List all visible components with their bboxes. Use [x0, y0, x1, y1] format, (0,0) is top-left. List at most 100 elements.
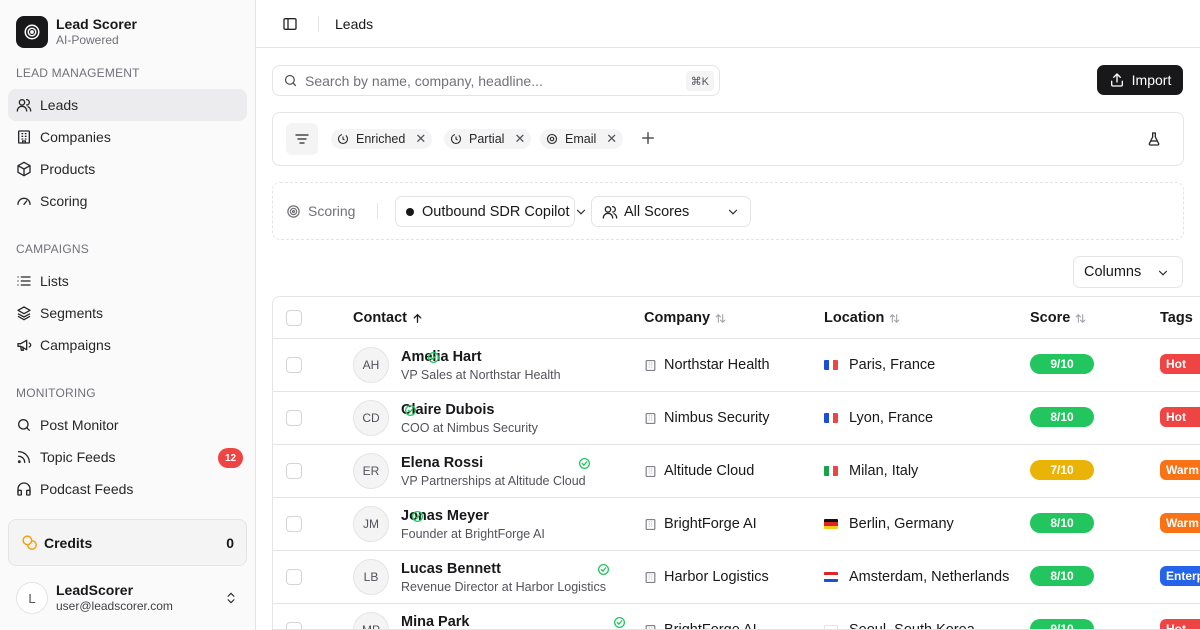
company-cell[interactable]: BrightForge AI [644, 622, 757, 630]
chevrons-up-down-icon [227, 592, 235, 604]
target-icon [287, 204, 300, 218]
column-header-label: Company [644, 310, 711, 326]
table-row[interactable]: MP Mina Park BrightForge AI Seoul, South Ko… [273, 604, 1200, 630]
column-header-score[interactable]: Score [1030, 310, 1087, 326]
brand[interactable]: Lead Scorer AI-Powered [16, 16, 137, 48]
filter-chip-email[interactable]: Email ✕ [540, 129, 624, 149]
row-checkbox[interactable] [286, 357, 302, 373]
flag-de-icon [824, 519, 838, 529]
table-row[interactable]: AH Amelia Hart VP Sales at Northstar Healt… [273, 339, 1200, 392]
table-row[interactable]: LB Lucas Bennett Revenue Director at Harbo… [273, 551, 1200, 604]
verified-check-icon [578, 457, 591, 470]
scoring-model-select[interactable]: Outbound SDR Copilot [395, 196, 586, 227]
contact-headline: VP Sales at Northstar Health [401, 368, 561, 382]
table-row[interactable]: ER Elena Rossi VP Partnerships at Altitude… [273, 445, 1200, 498]
location-cell: Amsterdam, Netherlands [824, 569, 1009, 585]
column-header-contact[interactable]: Contact [353, 310, 424, 326]
column-header-label: Score [1030, 310, 1071, 326]
flask-icon[interactable] [1146, 131, 1162, 147]
leads-table: Contact Company Location Score Tags AH Am… [272, 296, 1200, 630]
contact-name[interactable]: Mina Park [401, 614, 470, 629]
sidebar-item-topic-feeds[interactable]: Topic Feeds 12 [8, 441, 247, 473]
sidebar-item-label: Segments [40, 305, 104, 321]
arrow-up-icon [413, 313, 422, 323]
sidebar-item-campaigns[interactable]: Campaigns [8, 329, 247, 361]
row-checkbox[interactable] [286, 463, 302, 479]
search-input[interactable] [305, 72, 665, 89]
status-dot [406, 207, 414, 216]
unread-badge: 12 [218, 448, 243, 468]
company-cell[interactable]: BrightForge AI [644, 516, 757, 532]
contact-name[interactable]: Lucas Bennett [401, 561, 501, 577]
verified-check-icon [404, 404, 417, 417]
tag-badge[interactable]: Hot [1160, 619, 1200, 629]
filter-button[interactable] [286, 123, 318, 155]
tag-badge[interactable]: Hot [1160, 354, 1200, 374]
row-checkbox[interactable] [286, 410, 302, 426]
clock-icon [337, 133, 349, 145]
company-cell[interactable]: Harbor Logistics [644, 569, 769, 585]
remove-filter-icon[interactable]: ✕ [606, 131, 617, 147]
location-text: Milan, Italy [849, 463, 919, 479]
company-name: BrightForge AI [664, 622, 757, 630]
columns-label: Columns [1084, 264, 1142, 280]
row-checkbox[interactable] [286, 569, 302, 585]
tag-badge[interactable]: Hot [1160, 407, 1200, 427]
select-all-checkbox[interactable] [286, 310, 302, 326]
coins-icon [22, 535, 37, 550]
shortcut-hint: ⌘K [685, 71, 714, 91]
verified-check-icon [411, 510, 424, 523]
sidebar-item-scoring[interactable]: Scoring [8, 185, 247, 217]
contact-name[interactable]: Elena Rossi [401, 455, 483, 471]
column-header-tags[interactable]: Tags [1160, 310, 1193, 326]
sidebar-item-label: Leads [40, 97, 79, 113]
sidebar-item-products[interactable]: Products [8, 153, 247, 185]
score-filter-select[interactable]: All Scores [591, 196, 751, 227]
company-name: Northstar Health [664, 357, 770, 373]
score-badge: 8/10 [1030, 513, 1094, 533]
credits-label: Credits [44, 534, 93, 551]
column-header-company[interactable]: Company [644, 310, 727, 326]
company-cell[interactable]: Nimbus Security [644, 410, 770, 426]
remove-filter-icon[interactable]: ✕ [514, 131, 525, 147]
add-filter-icon[interactable] [639, 129, 657, 147]
filter-chip-enriched[interactable]: Enriched ✕ [331, 129, 433, 149]
sidebar-item-leads[interactable]: Leads [8, 89, 247, 121]
user-email: user@leadscorer.com [56, 599, 173, 613]
table-row[interactable]: JM Jonas Meyer Founder at BrightForge AI Br… [273, 498, 1200, 551]
columns-button[interactable]: Columns [1073, 256, 1183, 288]
headphones-icon [17, 482, 31, 496]
row-checkbox[interactable] [286, 516, 302, 532]
tag-badge[interactable]: Warm [1160, 460, 1200, 480]
contact-name[interactable]: Amelia Hart [401, 349, 482, 365]
building-icon [645, 465, 656, 477]
company-cell[interactable]: Altitude Cloud [644, 463, 754, 479]
user-menu[interactable]: L LeadScorer user@leadscorer.com [16, 582, 246, 614]
sidebar-item-companies[interactable]: Companies [8, 121, 247, 153]
sidebar-item-segments[interactable]: Segments [8, 297, 247, 329]
target-icon [16, 16, 48, 48]
breadcrumb[interactable]: Leads [335, 16, 373, 32]
row-checkbox[interactable] [286, 622, 302, 629]
sidebar-item-post-monitor[interactable]: Post Monitor [8, 409, 247, 441]
filter-chip-partial[interactable]: Partial ✕ [444, 129, 532, 149]
company-cell[interactable]: Northstar Health [644, 357, 770, 373]
sidebar-item-label: Podcast Feeds [40, 481, 134, 497]
credits-card[interactable]: Credits 0 [8, 519, 247, 566]
remove-filter-icon[interactable]: ✕ [415, 131, 426, 147]
sidebar-item-podcast-feeds[interactable]: Podcast Feeds [8, 473, 247, 505]
section-label-lead-management: LEAD MANAGEMENT [16, 66, 140, 80]
package-icon [17, 161, 31, 177]
sidebar-item-label: Companies [40, 129, 111, 145]
import-button[interactable]: Import [1097, 65, 1183, 95]
contact-headline: VP Partnerships at Altitude Cloud [401, 474, 586, 488]
tag-badge[interactable]: Enterprise [1160, 566, 1200, 586]
tag-badge[interactable]: Warm [1160, 513, 1200, 533]
sidebar-item-lists[interactable]: Lists [8, 265, 247, 297]
column-header-location[interactable]: Location [824, 310, 901, 326]
contact-headline: Revenue Director at Harbor Logistics [401, 580, 606, 594]
table-row[interactable]: CD Claire Dubois COO at Nimbus Security Nim… [273, 392, 1200, 445]
users-icon [602, 205, 618, 219]
column-header-label: Contact [353, 310, 407, 326]
sidebar-toggle-icon[interactable] [282, 16, 298, 32]
